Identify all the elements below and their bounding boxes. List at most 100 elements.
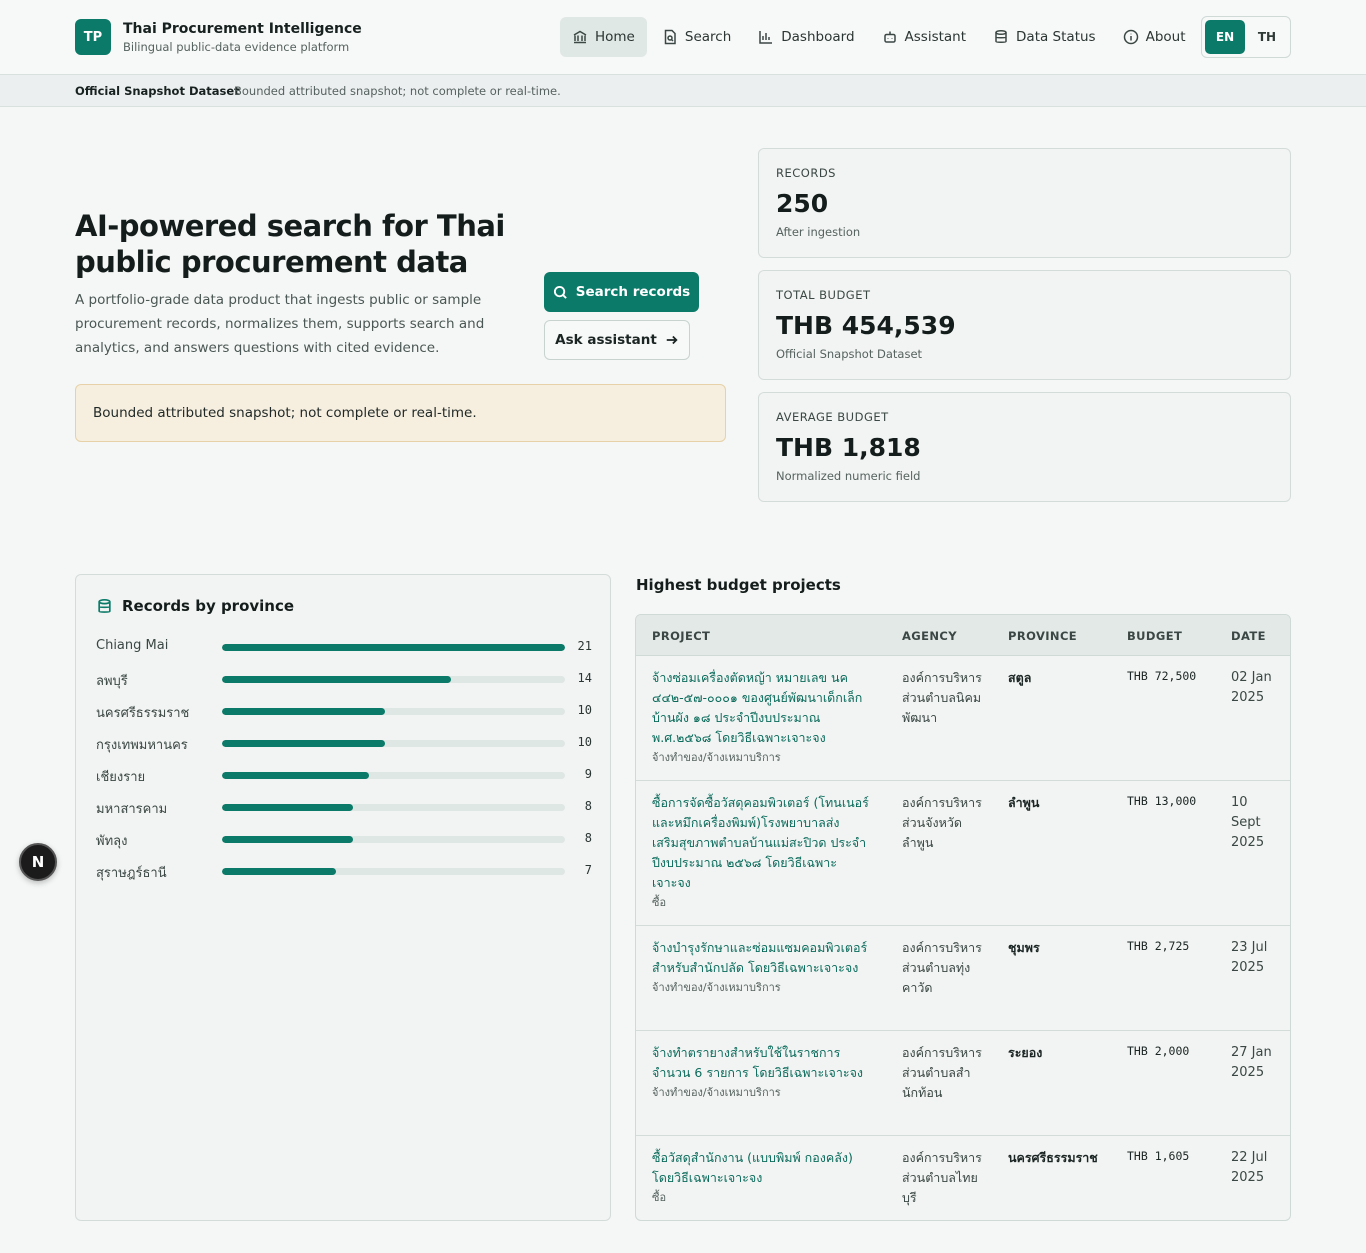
arrow-right-icon <box>666 335 678 345</box>
project-title-link[interactable]: จ้างทำตรายางสำหรับใช้ในราชการ จำนวน 6 รา… <box>652 1043 872 1083</box>
budget-cell: THB 2,725 <box>1127 939 1190 953</box>
province-bar-track <box>222 804 565 811</box>
project-cell: ซื้อวัสดุสำนักงาน (แบบพิมพ์ กองคลัง) โดย… <box>652 1148 872 1207</box>
province-count: 8 <box>584 799 592 813</box>
stat-subtext: After ingestion <box>776 225 861 239</box>
province-row: นครศรีธรรมราช 10 <box>96 701 592 721</box>
brand-subtitle: Bilingual public-data evidence platform <box>123 40 350 54</box>
agency-cell: องค์การบริหารส่วนจังหวัดลำพูน <box>902 795 982 850</box>
nav-about[interactable]: About <box>1111 17 1198 57</box>
snapshot-notice: Bounded attributed snapshot; not complet… <box>75 384 726 442</box>
database-icon <box>98 598 111 613</box>
stat-label: TOTAL BUDGET <box>776 288 871 302</box>
budget-cell: THB 1,605 <box>1127 1149 1190 1163</box>
stat-subtext: Normalized numeric field <box>776 469 921 483</box>
agency-cell: องค์การบริหารส่วนตำบลสำนักท้อน <box>902 1045 982 1100</box>
province-name: นครศรีธรรมราช <box>96 706 190 721</box>
province-bar-track <box>222 772 565 779</box>
stat-card-records: RECORDS 250 After ingestion <box>758 148 1291 258</box>
bar-chart-icon <box>759 31 773 44</box>
nav-data-status-label: Data Status <box>1016 29 1096 45</box>
province-row: มหาสารคาม 8 <box>96 797 592 817</box>
table-body: จ้างซ่อมเครื่องตัดหญ้า หมายเลข นค ๔๔๒-๕๗… <box>636 656 1290 1220</box>
project-category: จ้างทำของ/จ้างเหมาบริการ <box>652 981 781 994</box>
project-category: จ้างทำของ/จ้างเหมาบริการ <box>652 1086 781 1099</box>
province-panel-title: Records by province <box>122 597 295 615</box>
province-bar-fill <box>222 772 369 779</box>
snapshot-bar: Official Snapshot Dataset Bounded attrib… <box>0 75 1366 107</box>
project-title-link[interactable]: ซื้อวัสดุสำนักงาน (แบบพิมพ์ กองคลัง) โดย… <box>652 1148 872 1188</box>
province-cell: ลำพูน <box>1008 795 1040 810</box>
province-bar-track <box>222 708 565 715</box>
project-category: ซื้อ <box>652 896 667 909</box>
lang-th-button[interactable]: TH <box>1247 20 1287 54</box>
projects-table: PROJECT AGENCY PROVINCE BUDGET DATE จ้าง… <box>635 614 1291 1221</box>
nav-home[interactable]: Home <box>560 17 647 57</box>
stat-label: RECORDS <box>776 166 836 180</box>
province-count: 10 <box>577 735 592 749</box>
search-records-label: Search records <box>575 284 691 300</box>
budget-cell: THB 13,000 <box>1127 794 1197 808</box>
province-name: เชียงราย <box>96 770 146 785</box>
province-name: พัทลุง <box>96 834 128 849</box>
column-header-date: DATE <box>1231 629 1266 643</box>
table-row: ซื้อวัสดุสำนักงาน (แบบพิมพ์ กองคลัง) โดย… <box>636 1136 1290 1220</box>
province-row: พัทลุง 8 <box>96 829 592 849</box>
project-cell: จ้างทำตรายางสำหรับใช้ในราชการ จำนวน 6 รา… <box>652 1043 872 1102</box>
project-cell: จ้างซ่อมเครื่องตัดหญ้า หมายเลข นค ๔๔๒-๕๗… <box>652 668 872 767</box>
date-cell: 22 Jul 2025 <box>1231 1150 1268 1185</box>
province-bar-track <box>222 836 565 843</box>
brand-title[interactable]: Thai Procurement Intelligence <box>123 21 362 37</box>
nav-dashboard[interactable]: Dashboard <box>746 17 866 57</box>
table-row: ซื้อการจัดซื้อวัสดุคอมพิวเตอร์ (โทนเนอร์… <box>636 781 1290 926</box>
brand-logo[interactable]: TP <box>75 19 111 55</box>
project-title-link[interactable]: ซื้อการจัดซื้อวัสดุคอมพิวเตอร์ (โทนเนอร์… <box>652 793 872 893</box>
stat-value: THB 1,818 <box>776 433 921 462</box>
project-title-link[interactable]: จ้างซ่อมเครื่องตัดหญ้า หมายเลข นค ๔๔๒-๕๗… <box>652 668 872 748</box>
stat-value: THB 454,539 <box>776 311 956 340</box>
province-bar-fill <box>222 868 337 875</box>
agency-cell: องค์การบริหารส่วนตำบลไทยบุรี <box>902 1150 982 1205</box>
snapshot-label: Official Snapshot Dataset <box>75 84 240 98</box>
budget-cell: THB 2,000 <box>1127 1044 1190 1058</box>
top-navigation-bar: TP Thai Procurement Intelligence Bilingu… <box>0 0 1366 75</box>
nav-assistant[interactable]: Assistant <box>870 17 979 57</box>
column-header-budget: BUDGET <box>1127 629 1183 643</box>
province-bar-fill <box>222 644 565 651</box>
province-bar-fill <box>222 836 353 843</box>
province-name: ลพบุรี <box>96 674 128 689</box>
nav-search[interactable]: Search <box>650 17 743 57</box>
bank-icon <box>573 30 587 44</box>
agency-cell: องค์การบริหารส่วนตำบลนิคมพัฒนา <box>902 670 982 725</box>
column-header-agency: AGENCY <box>902 629 957 643</box>
main-nav: Home Search Dashboard Assistant Data Sta… <box>560 17 1201 57</box>
province-cell: นครศรีธรรมราช <box>1008 1150 1098 1165</box>
province-row: ลพบุรี 14 <box>96 669 592 689</box>
column-header-province: PROVINCE <box>1008 629 1078 643</box>
snapshot-text: Bounded attributed snapshot; not complet… <box>234 84 561 98</box>
info-icon <box>1123 29 1138 45</box>
nav-data-status[interactable]: Data Status <box>981 17 1108 57</box>
floating-avatar-button[interactable]: N <box>19 843 57 881</box>
province-row: เชียงราย 9 <box>96 765 592 785</box>
ask-assistant-button[interactable]: Ask assistant <box>544 320 690 360</box>
project-category: ซื้อ <box>652 1191 667 1204</box>
province-name: กรุงเทพมหานคร <box>96 738 188 753</box>
province-row: กรุงเทพมหานคร 10 <box>96 733 592 753</box>
hero-description: A portfolio-grade data product that inge… <box>75 292 485 356</box>
search-records-button[interactable]: Search records <box>544 272 699 312</box>
project-cell: จ้างบำรุงรักษาและซ่อมแซมคอมพิวเตอร์ สำหร… <box>652 938 872 997</box>
agency-cell: องค์การบริหารส่วนตำบลทุ่งคาวัด <box>902 940 982 995</box>
date-cell: 02 Jan 2025 <box>1231 670 1272 705</box>
search-icon <box>553 285 567 299</box>
province-bar-fill <box>222 708 386 715</box>
project-title-link[interactable]: จ้างบำรุงรักษาและซ่อมแซมคอมพิวเตอร์ สำหร… <box>652 938 872 978</box>
province-count: 8 <box>584 831 592 845</box>
table-row: จ้างซ่อมเครื่องตัดหญ้า หมายเลข นค ๔๔๒-๕๗… <box>636 656 1290 781</box>
records-by-province-panel: Records by province Chiang Mai 21 ลพบุรี 14… <box>75 574 611 1221</box>
stat-value: 250 <box>776 189 829 218</box>
lang-en-button[interactable]: EN <box>1205 20 1245 54</box>
province-bar-fill <box>222 676 451 683</box>
province-panel-header: Records by province <box>96 597 294 615</box>
province-cell: ชุมพร <box>1008 940 1040 955</box>
